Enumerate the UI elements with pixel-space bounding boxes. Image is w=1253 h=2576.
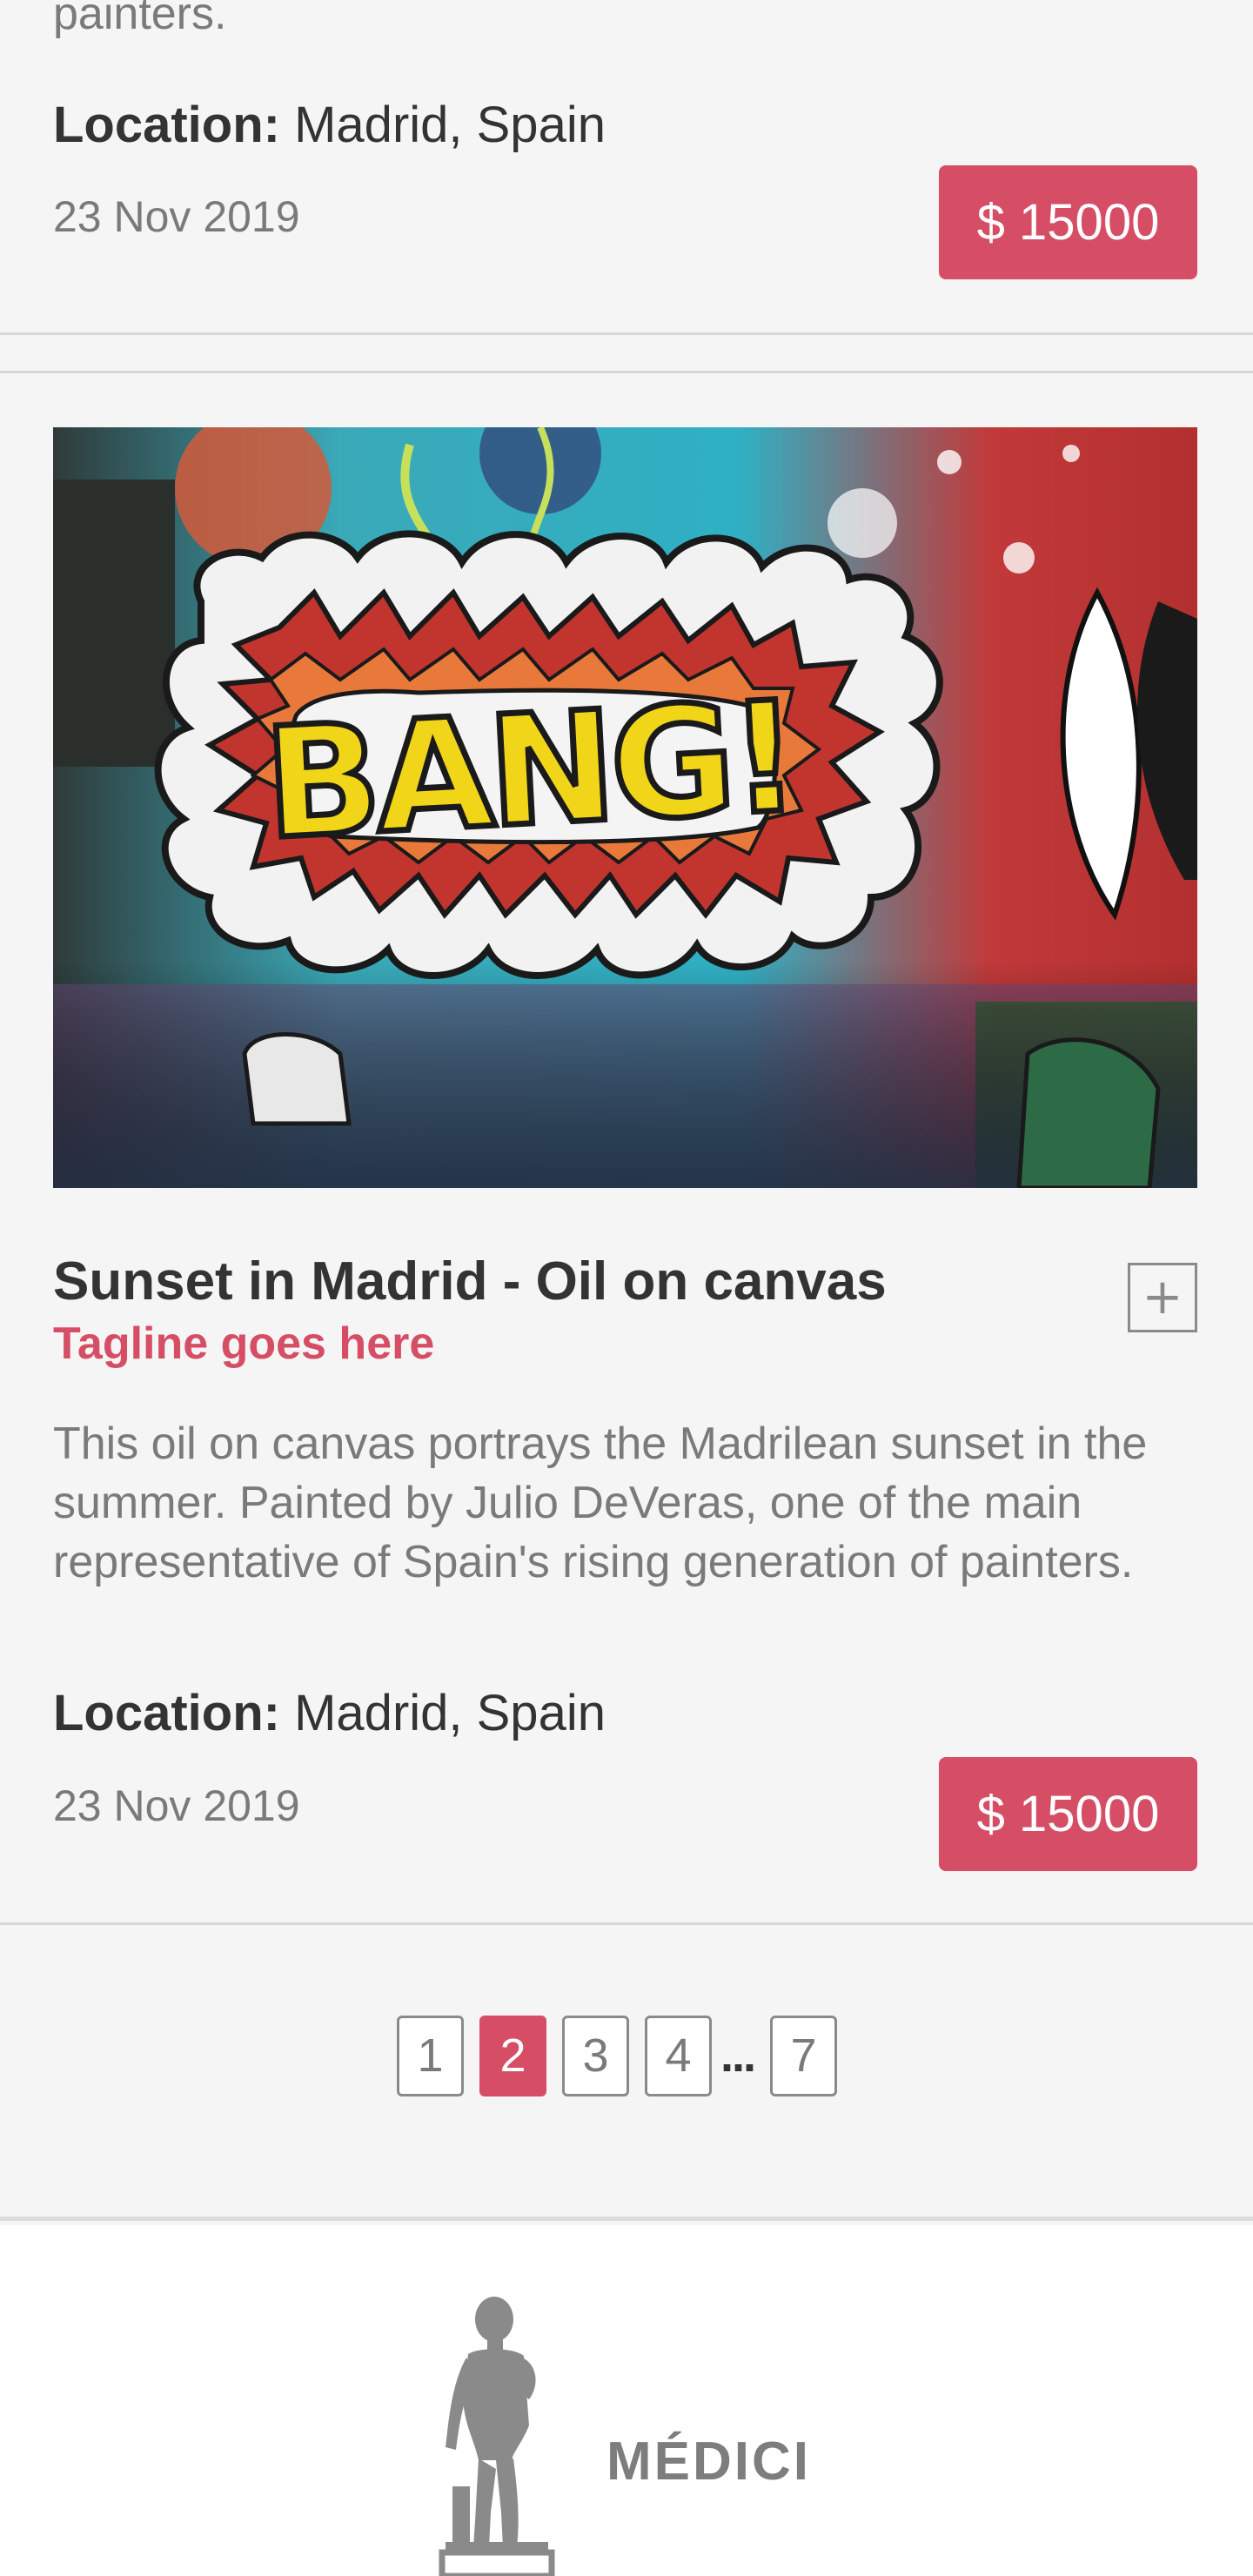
brand-name: MÉDICI — [606, 2432, 811, 2492]
artwork-location: Location: Madrid, Spain — [53, 96, 606, 155]
location-label: Location: — [53, 97, 280, 153]
artwork-card-previous: painters. Location: Madrid, Spain 23 Nov… — [0, 0, 1253, 335]
artwork-image[interactable]: BANG! — [53, 427, 1197, 1188]
pagination-pages: 1 2 3 4 ... 7 — [397, 2014, 853, 2097]
location-label: Location: — [53, 1685, 280, 1741]
artwork-date: 23 Nov 2019 — [53, 1781, 300, 1830]
page-3-button[interactable]: 3 — [562, 2015, 629, 2096]
pagination: 1 2 3 4 ... 7 — [0, 1925, 1253, 2221]
artwork-tagline: Tagline goes here — [53, 1318, 435, 1369]
page-1-button[interactable]: 1 — [397, 2015, 464, 2096]
price-button[interactable]: $ 15000 — [939, 1757, 1197, 1871]
pagination-ellipsis: ... — [720, 2029, 756, 2082]
artwork-description: This oil on canvas portrays the Madrilea… — [53, 1419, 1148, 1587]
location-value: Madrid, Spain — [294, 97, 606, 153]
page-2-button[interactable]: 2 — [479, 2015, 546, 2096]
artwork-location: Location: Madrid, Spain — [53, 1684, 606, 1743]
price-button[interactable]: $ 15000 — [939, 165, 1197, 279]
artwork-card: BANG! Sunset in Madrid - Oil on canvas +… — [0, 371, 1253, 1925]
page: painters. Location: Madrid, Spain 23 Nov… — [0, 0, 1253, 2576]
artwork-date: 23 Nov 2019 — [53, 192, 300, 241]
plus-icon[interactable]: + — [1128, 1263, 1197, 1332]
page-4-button[interactable]: 4 — [645, 2015, 712, 2096]
artwork-title: Sunset in Madrid - Oil on canvas — [53, 1251, 887, 1311]
location-value: Madrid, Spain — [294, 1685, 606, 1741]
page-last-button[interactable]: 7 — [770, 2015, 838, 2096]
statue-icon — [439, 2297, 555, 2576]
artwork-graffiti-text: BANG! — [261, 669, 800, 874]
artwork-description-tail: painters. — [53, 0, 227, 39]
footer: MÉDICI — [0, 2225, 1253, 2576]
